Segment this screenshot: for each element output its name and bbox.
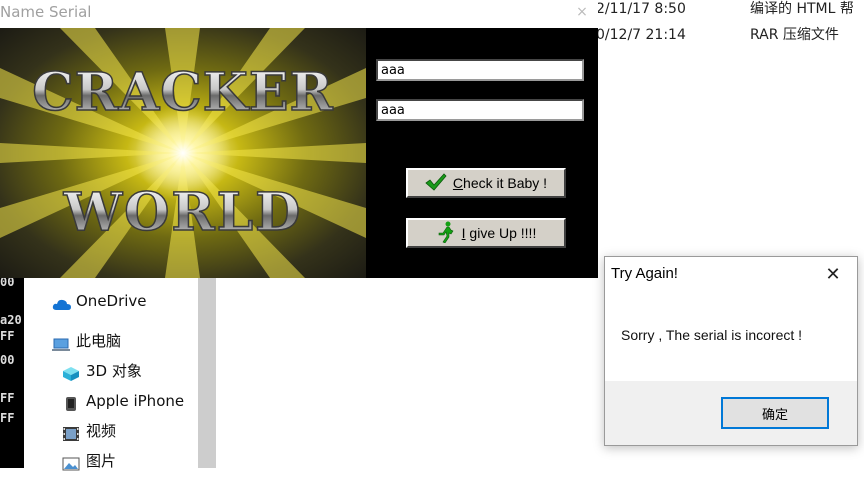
console-line: FF	[0, 411, 15, 425]
try-again-dialog: Try Again! ✕ Sorry , The serial is incor…	[604, 256, 858, 446]
file-type: RAR 压缩文件	[750, 27, 839, 43]
dialog-message: Sorry , The serial is incorect !	[621, 327, 803, 343]
check-button-label: Check it Baby !	[452, 175, 548, 191]
video-icon	[62, 425, 80, 441]
close-icon[interactable]: ✕	[819, 263, 847, 287]
dialog-title: Try Again!	[611, 265, 678, 282]
check-button[interactable]: Check it Baby !	[406, 168, 566, 198]
nav-item-apple-iphone[interactable]: Apple iPhone	[62, 389, 184, 413]
file-date: 2/11/17 8:50	[596, 1, 686, 17]
nav-scrollbar[interactable]	[198, 272, 216, 468]
picture-icon	[62, 455, 80, 470]
file-row[interactable]: 0/12/7 21:14 RAR 压缩文件	[596, 26, 864, 50]
crackme-window: Name Serial × CRACKER WORLD aaa aaa Chec…	[0, 0, 598, 278]
running-man-icon	[436, 221, 456, 246]
phone-icon	[62, 395, 80, 411]
cracker-world-banner: CRACKER WORLD	[0, 28, 366, 278]
nav-label: 3D 对象	[86, 362, 142, 380]
console-window-strip: 00 a20 FF 00 FF FF	[0, 272, 24, 468]
console-line: FF	[0, 391, 15, 405]
name-input[interactable]	[376, 59, 584, 81]
window-title: Name Serial	[0, 3, 92, 21]
give-up-button-label: I give Up !!!!	[461, 225, 537, 241]
checkmark-icon	[425, 172, 447, 194]
banner-title-line1: CRACKER	[32, 62, 333, 123]
nav-item-videos[interactable]: 视频	[62, 419, 116, 443]
window-titlebar[interactable]: Name Serial ×	[0, 0, 598, 28]
window-body: CRACKER WORLD Check it Baby ! I give Up …	[0, 28, 598, 278]
console-line: 00	[0, 353, 15, 367]
banner-title-line2: WORLD	[63, 182, 303, 243]
cloud-icon	[52, 295, 71, 310]
console-line: FF	[0, 329, 15, 343]
ok-button[interactable]: 确定	[721, 397, 829, 429]
nav-label: 视频	[86, 422, 117, 440]
nav-item-pictures[interactable]: 图片	[62, 449, 116, 473]
close-icon[interactable]: ×	[568, 0, 596, 24]
file-type: 编译的 HTML 帮	[750, 1, 854, 17]
serial-input[interactable]	[376, 99, 584, 121]
cube-icon	[62, 365, 80, 381]
file-row[interactable]: 2/11/17 8:50 编译的 HTML 帮	[596, 0, 864, 24]
file-date: 0/12/7 21:14	[596, 27, 686, 43]
give-up-button[interactable]: I give Up !!!!	[406, 218, 566, 248]
nav-label: OneDrive	[76, 292, 147, 310]
nav-label: 此电脑	[76, 332, 122, 350]
console-line: a20	[0, 313, 22, 327]
nav-label: Apple iPhone	[86, 392, 185, 410]
nav-item-this-pc[interactable]: 此电脑	[52, 329, 121, 353]
nav-label: 图片	[86, 452, 117, 470]
nav-item-3d-objects[interactable]: 3D 对象	[62, 359, 142, 383]
dialog-footer: 确定	[605, 381, 857, 445]
file-list-fragment: 2/11/17 8:50 编译的 HTML 帮 0/12/7 21:14 RAR…	[596, 0, 864, 60]
banner-rays-graphic: CRACKER WORLD	[0, 28, 366, 278]
nav-item-onedrive[interactable]: OneDrive	[52, 289, 147, 313]
computer-icon	[52, 335, 70, 351]
